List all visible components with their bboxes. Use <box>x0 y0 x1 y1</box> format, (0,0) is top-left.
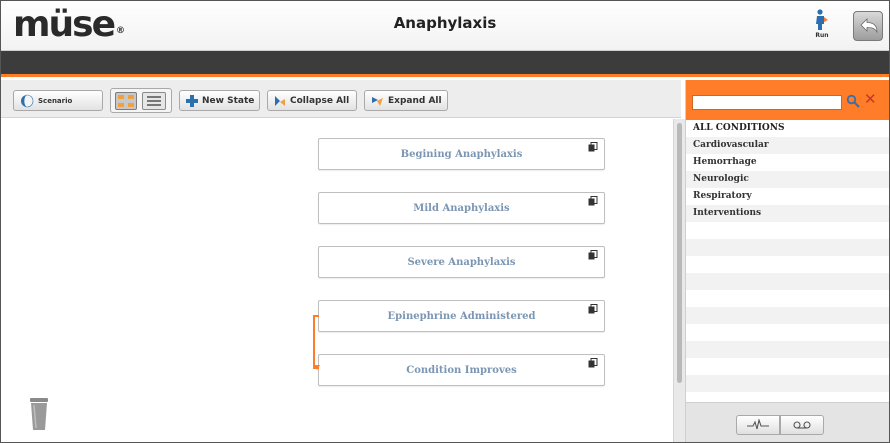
conditions-panel: ✕ ALL CONDITIONS Cardiovascular Hemorrha… <box>685 80 889 442</box>
state-box[interactable]: Severe Anaphylaxis <box>318 246 605 278</box>
state-label: Begining Anaphylaxis <box>400 148 523 160</box>
page-title: Anaphylaxis <box>393 14 497 32</box>
back-icon <box>860 18 878 34</box>
voicemail-tab[interactable] <box>780 415 824 435</box>
header-divider-bar <box>1 51 889 77</box>
trash-button[interactable] <box>29 397 49 435</box>
panel-footer <box>686 402 889 442</box>
state-box[interactable]: Epinephrine Administered <box>318 300 605 332</box>
list-item[interactable]: Respiratory <box>686 188 889 205</box>
transition-arrow-icon <box>314 365 320 370</box>
list-item[interactable]: Hemorrhage <box>686 154 889 171</box>
state-label: Severe Anaphylaxis <box>407 256 516 268</box>
run-button[interactable]: Run <box>809 9 835 45</box>
run-label: Run <box>815 32 829 39</box>
clear-icon[interactable]: ✕ <box>864 92 877 107</box>
state-transition-link[interactable] <box>313 315 319 369</box>
copy-icon[interactable] <box>588 358 598 368</box>
state-box[interactable]: Begining Anaphylaxis <box>318 138 605 170</box>
expand-all-button[interactable]: Expand All <box>364 90 448 111</box>
copy-icon[interactable] <box>588 304 598 314</box>
waveform-icon <box>747 419 769 430</box>
view-toggle-group <box>110 88 172 113</box>
state-label: Mild Anaphylaxis <box>413 202 510 214</box>
trash-icon <box>30 398 48 430</box>
expand-icon <box>371 95 384 107</box>
new-state-button[interactable]: New State <box>179 90 260 111</box>
back-button[interactable] <box>853 11 883 41</box>
canvas-scrollbar[interactable] <box>673 119 685 442</box>
list-view-button[interactable] <box>142 92 166 110</box>
run-icon <box>816 9 828 30</box>
search-bar: ✕ <box>686 80 889 120</box>
state-box[interactable]: Mild Anaphylaxis <box>318 192 605 224</box>
collapse-icon <box>274 95 286 107</box>
copy-icon[interactable] <box>588 142 598 152</box>
state-box[interactable]: Condition Improves <box>318 354 605 386</box>
waveform-tab[interactable] <box>736 415 780 435</box>
header: müse ® Anaphylaxis Run <box>1 1 889 51</box>
list-item[interactable]: Interventions <box>686 205 889 222</box>
search-input[interactable] <box>692 95 842 110</box>
copy-icon[interactable] <box>588 250 598 260</box>
scenario-label: Scenario <box>38 96 73 105</box>
search-icon[interactable] <box>846 94 860 108</box>
state-label: Epinephrine Administered <box>387 310 536 322</box>
copy-icon[interactable] <box>588 196 598 206</box>
voicemail-icon <box>793 421 811 429</box>
new-state-label: New State <box>202 95 255 106</box>
expand-all-label: Expand All <box>388 95 442 106</box>
conditions-list: ALL CONDITIONS Cardiovascular Hemorrhage… <box>686 120 889 400</box>
list-item[interactable]: Neurologic <box>686 171 889 188</box>
scenario-button[interactable]: Scenario <box>13 90 103 111</box>
plus-icon <box>186 94 198 107</box>
app-window: müse ® Anaphylaxis Run Scenario New Stat… <box>0 0 890 443</box>
state-label: Condition Improves <box>406 364 517 376</box>
collapse-all-label: Collapse All <box>290 95 350 106</box>
list-item[interactable]: ALL CONDITIONS <box>686 120 889 137</box>
flowchart-view-button[interactable] <box>115 92 137 110</box>
list-item[interactable]: Cardiovascular <box>686 137 889 154</box>
scrollbar-thumb[interactable] <box>677 123 682 383</box>
scenario-icon <box>20 94 34 108</box>
toolbar: Scenario New State Collapse All Expand A… <box>1 80 681 118</box>
collapse-all-button[interactable]: Collapse All <box>267 90 357 111</box>
